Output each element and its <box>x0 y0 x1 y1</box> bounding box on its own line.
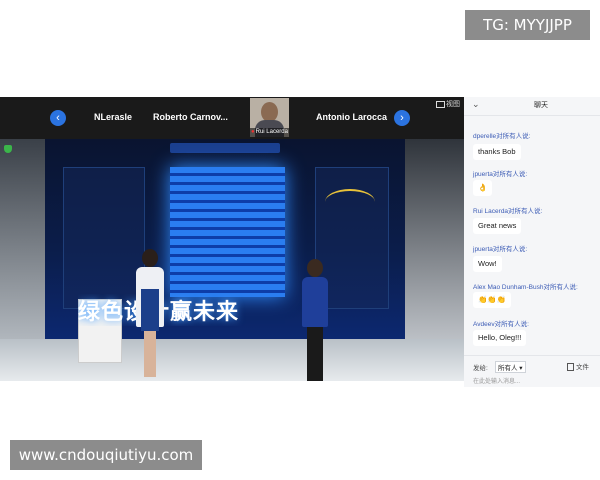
message-sender: jpuerta对所有人说: <box>473 171 528 178</box>
speaker-name: Rui Lacerda <box>255 129 288 135</box>
stage-floor <box>0 339 464 381</box>
mic-off-icon: ● <box>251 129 255 135</box>
message-sender: jpuerta对所有人说: <box>473 246 528 253</box>
message-bubble: 👌 <box>473 180 493 196</box>
file-label: 文件 <box>576 364 589 371</box>
participant-name[interactable]: Antonio Larocca <box>316 112 387 122</box>
presenter-dress <box>141 289 159 331</box>
watermark-top: TG: MYYJJPP <box>465 10 590 40</box>
message-sender: Alex Mao Dunham-Bush对所有人说: <box>473 284 578 291</box>
building-graphic <box>170 167 285 297</box>
presenter-left <box>132 249 168 379</box>
view-button[interactable]: 视图 <box>436 99 460 109</box>
speaker-label: ●Rui Lacerda <box>250 128 289 137</box>
presenter-right <box>297 259 333 381</box>
message-bubble: 👏👏👏 <box>473 292 512 308</box>
presenter-legs <box>144 331 156 377</box>
file-button[interactable]: 文件 <box>567 361 589 372</box>
screen-title-bar <box>170 143 280 153</box>
participant-name[interactable]: Roberto Carnov... <box>153 112 233 122</box>
message-sender: dperelle对所有人说: <box>473 133 531 140</box>
participant-name[interactable]: NLerasle <box>94 112 132 122</box>
chat-footer: 发给: 所有人 ▾ 文件 在此处输入消息... <box>464 355 600 387</box>
chat-title: 聊天 <box>534 102 548 109</box>
message-bubble: thanks Bob <box>473 144 521 160</box>
chevron-right-icon[interactable]: › <box>394 110 410 126</box>
recipient-select[interactable]: 所有人 ▾ <box>495 361 526 373</box>
send-to-label: 发给: <box>473 365 488 372</box>
watermark-bottom: www.cndouqiutiyu.com <box>10 440 202 470</box>
shield-icon <box>4 145 12 153</box>
presenter-head <box>307 259 323 277</box>
message-bubble: Wow! <box>473 256 502 272</box>
view-label: 视图 <box>446 101 460 108</box>
message-sender: Avdeev对所有人说: <box>473 321 529 328</box>
grid-view-icon <box>436 100 445 108</box>
avatar <box>261 102 278 122</box>
presentation-video: 绿色设计赢未来 <box>0 139 464 381</box>
chat-input[interactable]: 在此处输入消息... <box>473 376 520 385</box>
presenter-top <box>302 277 328 327</box>
video-area: ‹ NLerasle Roberto Carnov... ●Rui Lacerd… <box>0 97 464 381</box>
chart-curve <box>325 189 375 215</box>
message-bubble: Great news <box>473 218 522 234</box>
slogan-text: 绿色设计赢未来 <box>78 294 308 326</box>
active-speaker-thumbnail[interactable]: ●Rui Lacerda <box>250 98 289 137</box>
presenter-head <box>142 249 158 267</box>
message-bubble: Hello, Oleg!!! <box>473 330 527 346</box>
chevron-down-icon[interactable]: ⌄ <box>472 99 480 110</box>
chat-panel: ⌄ 聊天 dperelle对所有人说: thanks Bob jpuerta对所… <box>464 97 600 387</box>
chevron-left-icon[interactable]: ‹ <box>50 110 66 126</box>
participant-strip: ‹ NLerasle Roberto Carnov... ●Rui Lacerd… <box>0 97 464 139</box>
file-icon <box>567 363 574 372</box>
message-sender: Rui Lacerda对所有人说: <box>473 208 543 215</box>
chat-header: ⌄ 聊天 <box>464 97 600 116</box>
presenter-legs <box>307 327 323 381</box>
